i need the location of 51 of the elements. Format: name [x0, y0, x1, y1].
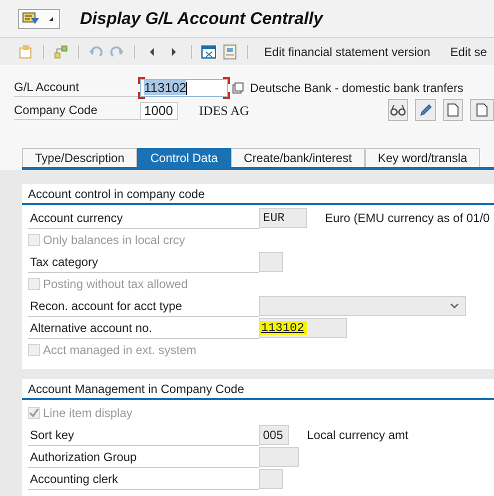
input-field[interactable]: 113102	[140, 78, 228, 96]
tab[interactable]: Create/bank/interest	[230, 148, 365, 167]
field-label: Alternative account no.	[28, 318, 259, 338]
tab[interactable]: Key word/transla	[364, 148, 480, 167]
field-label: Accounting clerk	[28, 468, 259, 490]
input-field[interactable]: 1000	[140, 102, 178, 120]
field-label: Recon. account for acct type	[28, 296, 259, 316]
account-description: Deutsche Bank - domestic bank tranfers	[250, 80, 464, 94]
field-label: Account currency	[28, 208, 259, 228]
redo-icon[interactable]	[109, 44, 126, 60]
checkbox-label: Posting without tax allowed	[43, 277, 188, 291]
input-field[interactable]	[259, 252, 283, 272]
section-title: Account control in company code	[22, 187, 494, 205]
folder-icon[interactable]	[18, 44, 34, 60]
input-field[interactable]: 113102	[259, 318, 347, 338]
checkbox-label: Acct managed in ext. system	[43, 343, 196, 357]
page-icon	[446, 103, 459, 117]
checkbox-label: Only balances in local crcy	[43, 233, 186, 247]
field-description: Local currency amt	[307, 428, 408, 442]
tab[interactable]: Type/Description	[22, 148, 138, 167]
field-label: Authorization Group	[28, 446, 259, 468]
toolbar-button[interactable]: Edit financial statement version	[257, 44, 438, 58]
pencil-icon	[418, 103, 432, 117]
field-label: Tax category	[28, 252, 259, 272]
corner-icon	[48, 16, 54, 22]
undo-icon[interactable]	[88, 44, 104, 60]
display-button[interactable]	[388, 99, 408, 121]
field-label: Sort key	[28, 424, 259, 446]
create-button[interactable]	[442, 99, 463, 121]
copy-icon[interactable]	[232, 82, 244, 94]
window-title: Display G/L Account Centrally	[80, 8, 323, 28]
menu-button[interactable]	[18, 8, 60, 28]
input-field[interactable]	[259, 469, 283, 489]
section-title: Account Management in Company Code	[22, 382, 494, 400]
toolbar-button[interactable]: Edit se	[443, 44, 494, 58]
chevron-icon	[450, 303, 459, 309]
glasses-icon	[390, 104, 406, 116]
document-icon[interactable]	[222, 44, 238, 60]
hierarchy-icon[interactable]	[52, 44, 69, 60]
menu-icon	[22, 12, 42, 26]
page-icon	[476, 103, 488, 117]
input-field[interactable]: 005	[259, 425, 289, 445]
edit-button[interactable]	[415, 99, 436, 121]
copy-button[interactable]	[470, 99, 494, 121]
input-field[interactable]: EUR	[259, 208, 307, 228]
field-description: Euro (EMU currency as of 01/0	[325, 211, 490, 225]
input-field[interactable]	[259, 447, 299, 467]
table-icon[interactable]	[200, 44, 216, 60]
checkbox-label: Line item display	[43, 406, 132, 420]
tab[interactable]: Control Data	[137, 148, 231, 167]
company-description: IDES AG	[199, 102, 250, 118]
